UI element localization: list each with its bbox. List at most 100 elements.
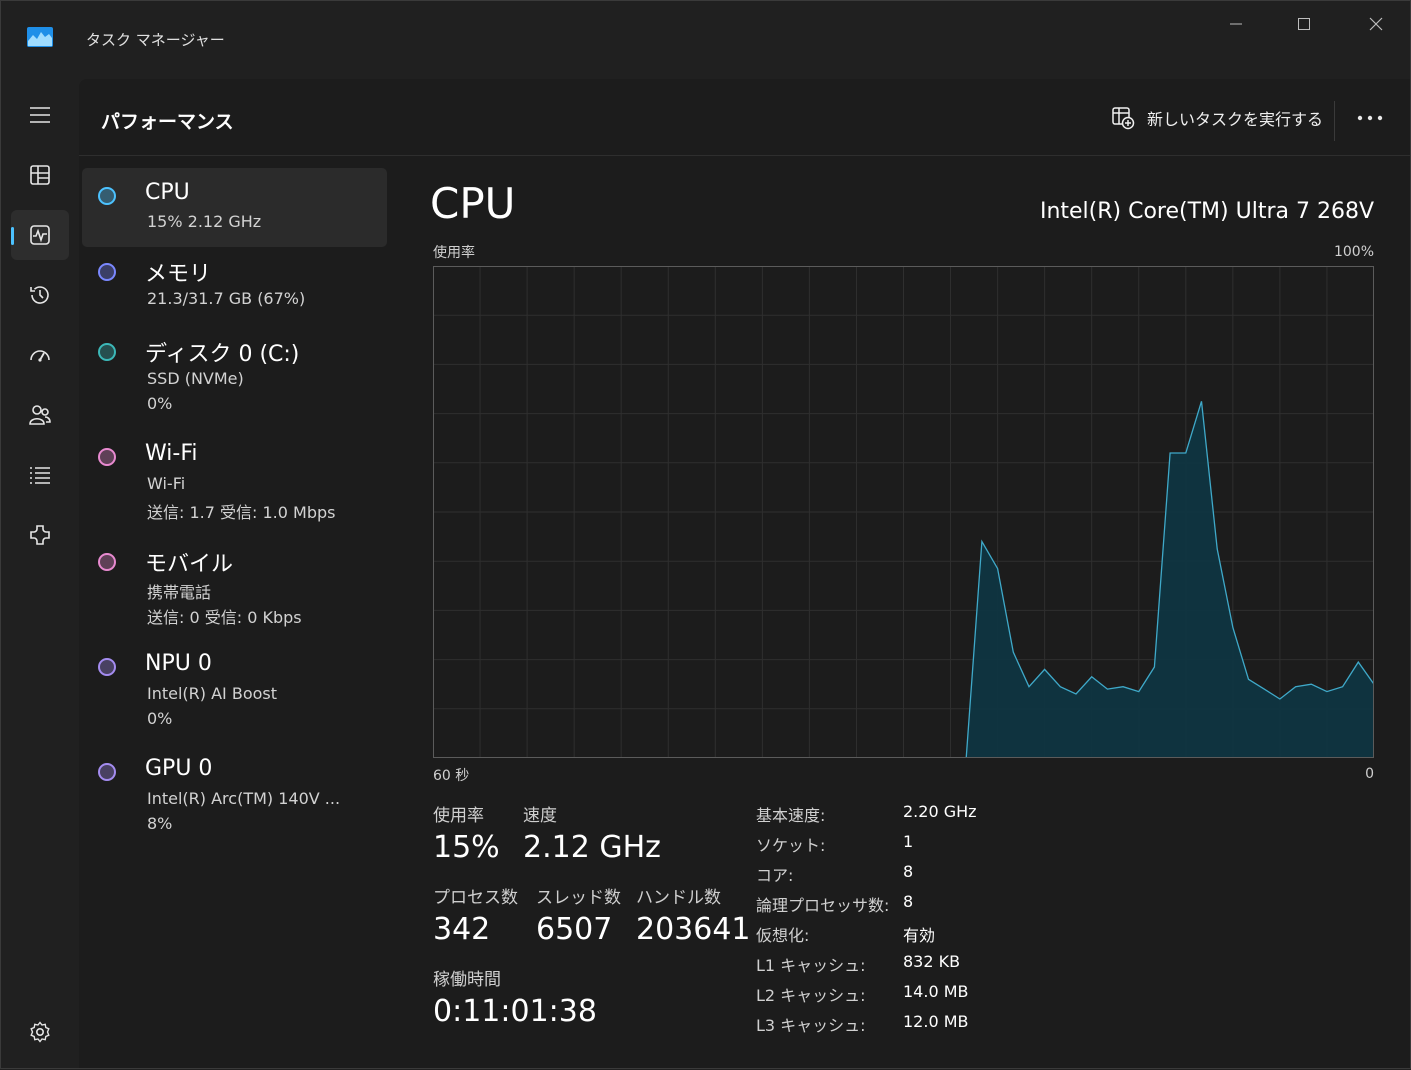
- details-icon: [30, 467, 50, 484]
- device-item-disk[interactable]: ディスク 0 (C:) SSD (NVMe) 0%: [82, 333, 387, 429]
- device-detail: Intel(R) AI Boost: [147, 684, 278, 703]
- hamburger-menu-button[interactable]: [11, 90, 69, 140]
- graph-label-max: 100%: [1333, 244, 1374, 260]
- close-button[interactable]: [1353, 9, 1399, 39]
- spec-value-sockets: 1: [903, 832, 914, 851]
- graph-label-time-span: 60 秒: [433, 768, 470, 784]
- memory-indicator-icon: [98, 263, 116, 281]
- speed-value: 2.12 GHz: [523, 830, 661, 865]
- cpu-model-name: Intel(R) Core(TM) Ultra 7 268V: [1039, 199, 1374, 224]
- device-detail: 携帯電話: [147, 583, 212, 602]
- content-pane: パフォーマンス 新しいタスクを実行する CPU 15% 2.12 GHz メモリ…: [79, 79, 1410, 1068]
- run-new-task-button[interactable]: 新しいタスクを実行する: [1111, 104, 1323, 132]
- device-detail: 21.3/31.7 GB (67%): [147, 289, 306, 308]
- device-detail: 15% 2.12 GHz: [147, 212, 262, 231]
- spec-value-virtualization: 有効: [903, 926, 936, 945]
- device-name: Wi-Fi: [145, 441, 198, 466]
- device-name: GPU 0: [145, 756, 213, 781]
- nav-processes[interactable]: [11, 150, 69, 200]
- header-divider: [1334, 101, 1335, 141]
- detail-title: CPU: [430, 179, 516, 228]
- device-item-gpu[interactable]: GPU 0 Intel(R) Arc(TM) 140V ... 8%: [82, 753, 387, 849]
- title-bar[interactable]: タスク マネージャー: [1, 1, 1411, 79]
- nav-startup-apps[interactable]: [11, 330, 69, 380]
- run-new-task-label: 新しいタスクを実行する: [1147, 110, 1324, 129]
- usage-label: 使用率: [433, 806, 484, 826]
- spec-key-cores: コア:: [756, 866, 794, 885]
- gpu-indicator-icon: [98, 763, 116, 781]
- task-manager-app-icon: [27, 27, 53, 47]
- cpu-indicator-icon: [98, 187, 116, 205]
- nav-users[interactable]: [11, 390, 69, 440]
- spec-key-l2-cache: L2 キャッシュ:: [756, 986, 866, 1005]
- performance-icon: [30, 225, 50, 245]
- device-detail: Intel(R) Arc(TM) 140V ...: [147, 789, 341, 808]
- spec-key-sockets: ソケット:: [756, 836, 826, 855]
- spec-value-l3-cache: 12.0 MB: [903, 1012, 969, 1031]
- nav-app-history[interactable]: [11, 270, 69, 320]
- device-name: NPU 0: [145, 651, 212, 676]
- close-icon: [1369, 17, 1383, 31]
- cpu-usage-graph: [433, 266, 1374, 758]
- nav-performance[interactable]: [11, 210, 69, 260]
- more-icon: [1357, 115, 1383, 121]
- page-header: パフォーマンス 新しいタスクを実行する: [79, 79, 1410, 156]
- device-name: メモリ: [145, 262, 212, 287]
- device-throughput: 送信: 1.7 受信: 1.0 Mbps: [147, 503, 336, 522]
- spec-value-cores: 8: [903, 862, 914, 881]
- usage-value: 15%: [433, 830, 500, 865]
- services-icon: [30, 525, 50, 545]
- uptime-label: 稼働時間: [433, 970, 501, 990]
- processes-label: プロセス数: [433, 888, 518, 908]
- device-item-wifi[interactable]: Wi-Fi Wi-Fi 送信: 1.7 受信: 1.0 Mbps: [82, 438, 387, 534]
- device-item-npu[interactable]: NPU 0 Intel(R) AI Boost 0%: [82, 648, 387, 744]
- minimize-icon: [1230, 23, 1242, 25]
- device-usage: 0%: [147, 709, 173, 728]
- processes-icon: [30, 165, 50, 185]
- mobile-indicator-icon: [98, 553, 116, 571]
- threads-value: 6507: [536, 912, 613, 947]
- nav-settings[interactable]: [11, 1007, 69, 1057]
- device-item-memory[interactable]: メモリ 21.3/31.7 GB (67%): [82, 253, 387, 323]
- device-name: ディスク 0 (C:): [145, 342, 300, 367]
- spec-value-base-speed: 2.20 GHz: [903, 802, 977, 821]
- device-detail: SSD (NVMe): [147, 369, 244, 388]
- spec-key-virtualization: 仮想化:: [756, 926, 810, 945]
- device-detail: Wi-Fi: [147, 474, 186, 493]
- nav-details[interactable]: [11, 450, 69, 500]
- more-options-button[interactable]: [1347, 101, 1393, 135]
- page-title: パフォーマンス: [101, 111, 234, 133]
- speed-label: 速度: [523, 806, 557, 826]
- users-icon: [29, 405, 51, 425]
- npu-indicator-icon: [98, 658, 116, 676]
- startup-apps-icon: [30, 350, 50, 362]
- spec-key-logical-processors: 論理プロセッサ数:: [756, 896, 890, 915]
- handles-value: 203641: [636, 912, 751, 947]
- wifi-indicator-icon: [98, 448, 116, 466]
- graph-label-now: 0: [1365, 766, 1374, 782]
- disk-indicator-icon: [98, 343, 116, 361]
- spec-value-l2-cache: 14.0 MB: [903, 982, 969, 1001]
- uptime-value: 0:11:01:38: [433, 994, 597, 1029]
- device-name: モバイル: [145, 552, 234, 577]
- window-title: タスク マネージャー: [86, 31, 225, 49]
- spec-key-base-speed: 基本速度:: [756, 806, 826, 825]
- device-usage: 0%: [147, 394, 173, 413]
- spec-value-logical-processors: 8: [903, 892, 914, 911]
- run-new-task-icon: [1112, 107, 1135, 130]
- navigation-rail: [1, 79, 79, 1070]
- spec-key-l3-cache: L3 キャッシュ:: [756, 1016, 866, 1035]
- nav-services[interactable]: [11, 510, 69, 560]
- spec-key-l1-cache: L1 キャッシュ:: [756, 956, 866, 975]
- processes-value: 342: [433, 912, 491, 947]
- device-item-mobile[interactable]: モバイル 携帯電話 送信: 0 受信: 0 Kbps: [82, 543, 387, 639]
- device-item-cpu[interactable]: CPU 15% 2.12 GHz: [82, 168, 387, 247]
- hamburger-menu-icon: [30, 107, 50, 123]
- maximize-button[interactable]: [1281, 9, 1327, 39]
- minimize-button[interactable]: [1213, 9, 1259, 39]
- device-throughput: 送信: 0 受信: 0 Kbps: [147, 608, 302, 627]
- device-name: CPU: [145, 180, 190, 205]
- graph-label-usage: 使用率: [433, 245, 475, 261]
- handles-label: ハンドル数: [636, 888, 721, 908]
- spec-value-l1-cache: 832 KB: [903, 952, 961, 971]
